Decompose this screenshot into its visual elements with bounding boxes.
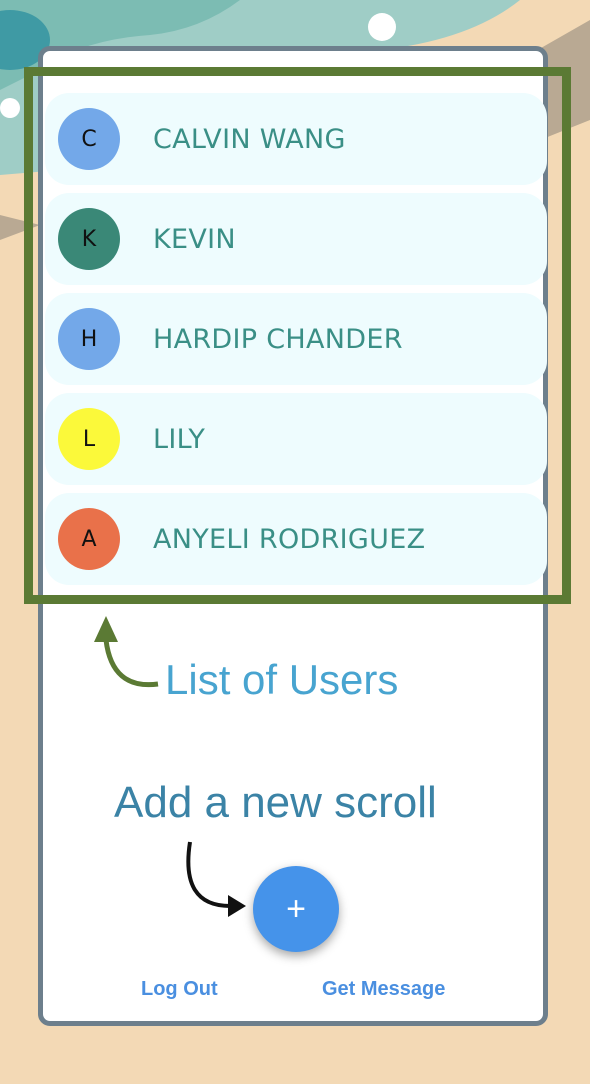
add-button[interactable]: +: [253, 866, 339, 952]
plus-icon: +: [286, 889, 306, 928]
list-of-users-caption: List of Users: [165, 656, 399, 703]
user-list-highlight-box: [24, 67, 571, 604]
logout-button[interactable]: Log Out: [141, 978, 218, 1001]
get-message-button[interactable]: Get Message: [322, 978, 445, 1001]
add-new-scroll-caption: Add a new scroll: [114, 778, 437, 827]
